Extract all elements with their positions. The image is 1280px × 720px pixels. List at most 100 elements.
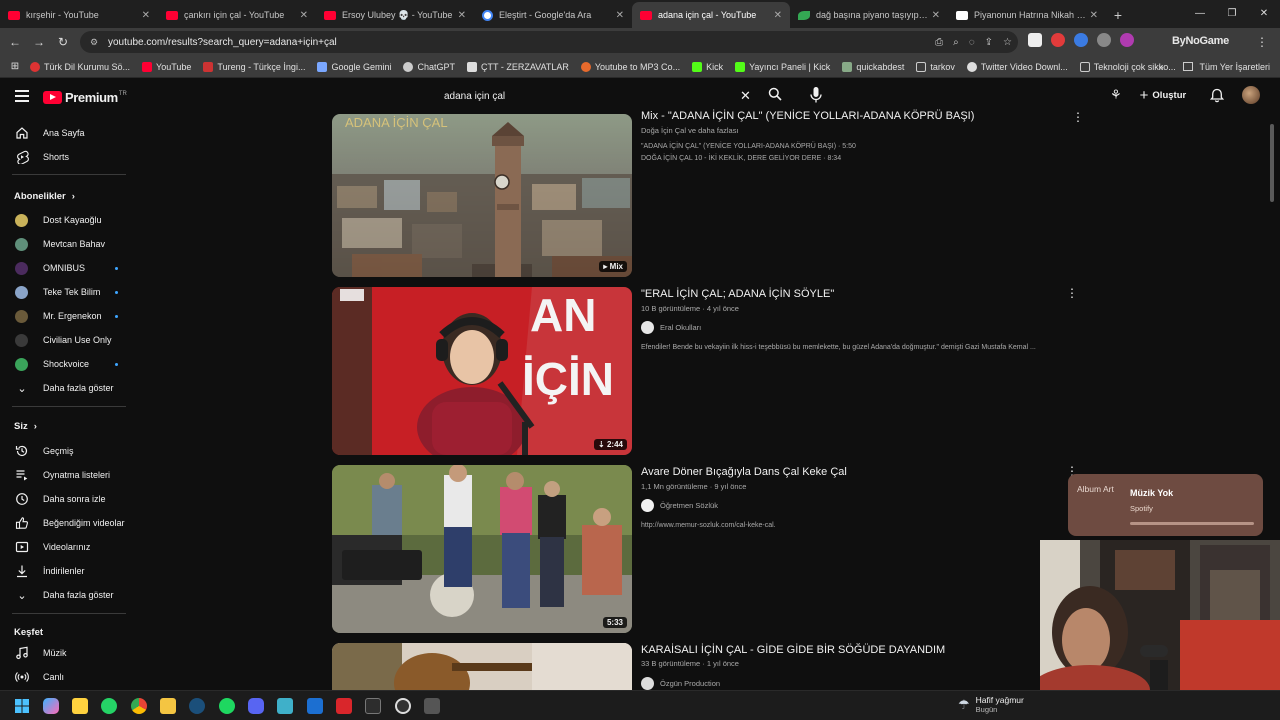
- browser-tab[interactable]: Ersoy Ulubey 💀 - YouTube ✕: [316, 2, 474, 28]
- close-tab-icon[interactable]: ✕: [774, 10, 782, 21]
- app-icon[interactable]: [424, 698, 440, 714]
- sidebar-item-live[interactable]: Canlı: [0, 666, 138, 688]
- sidebar-item-history[interactable]: Geçmiş: [0, 440, 138, 462]
- more-options-icon[interactable]: ⋮: [1072, 111, 1084, 123]
- bookmark[interactable]: Yayıncı Paneli | Kick: [735, 61, 830, 72]
- close-tab-icon[interactable]: ✕: [142, 10, 150, 21]
- video-title[interactable]: KARAİSALI İÇİN ÇAL - GİDE GİDE BİR SÖĞÜD…: [641, 644, 945, 656]
- sidebar-item-playlists[interactable]: Oynatma listeleri: [0, 464, 138, 486]
- close-window-icon[interactable]: ✕: [1248, 0, 1280, 28]
- notepad-icon[interactable]: [277, 698, 293, 714]
- close-tab-icon[interactable]: ✕: [458, 10, 466, 21]
- sidebar-item-subscription[interactable]: Civilian Use Only: [0, 329, 138, 351]
- bookmark[interactable]: Google Gemini: [317, 61, 391, 72]
- zoom-icon[interactable]: ⌕: [953, 37, 959, 48]
- video-thumbnail[interactable]: AN İÇİN ⇣ 2:44: [332, 287, 632, 455]
- bookmark[interactable]: ÇTT - ZERZAVATLAR: [467, 61, 569, 72]
- sidebar-item-subscription[interactable]: Teke Tek Bilim: [0, 281, 138, 303]
- site-info-icon[interactable]: ⚙: [90, 37, 102, 48]
- hamburger-menu-icon[interactable]: [15, 90, 29, 102]
- channel-link[interactable]: Özgün Production: [641, 677, 720, 690]
- close-tab-icon[interactable]: ✕: [1090, 10, 1098, 21]
- you-header[interactable]: Siz ›: [14, 421, 37, 432]
- bookmark[interactable]: Kick: [692, 61, 723, 72]
- video-thumbnail[interactable]: 5:33: [332, 465, 632, 633]
- bookmark[interactable]: Türk Dil Kurumu Sö...: [30, 61, 130, 72]
- mix-track[interactable]: DOĞA İÇİN ÇAL 10 - İKİ KEKLİK, DERE GELİ…: [641, 155, 841, 162]
- extension-icon[interactable]: [1051, 33, 1065, 47]
- notifications-bell-icon[interactable]: [1210, 88, 1225, 103]
- close-tab-icon[interactable]: ✕: [616, 10, 624, 21]
- windows-start-icon[interactable]: [14, 698, 30, 714]
- apps-icon[interactable]: ⊞: [0, 61, 30, 72]
- video-title[interactable]: Avare Döner Bıçağıyla Dans Çal Keke Çal: [641, 466, 847, 478]
- sidebar-item-your-videos[interactable]: Videolarınız: [0, 536, 138, 558]
- sidebar-item-subscription[interactable]: Shockvoice: [0, 353, 138, 375]
- file-explorer-icon[interactable]: [160, 698, 176, 714]
- restore-icon[interactable]: ❐: [1216, 0, 1248, 28]
- extension-label[interactable]: ByNoGame: [1172, 35, 1229, 47]
- install-icon[interactable]: ⎙: [935, 37, 943, 48]
- channel-link[interactable]: Öğretmen Sözlük: [641, 499, 718, 512]
- create-button[interactable]: + Oluştur: [1140, 87, 1187, 104]
- copilot-icon[interactable]: [43, 698, 59, 714]
- show-more-subscriptions[interactable]: ⌄ Daha fazla göster: [0, 377, 138, 399]
- sidebar-item-subscription[interactable]: Mr. Ergenekon: [0, 305, 138, 327]
- cast-icon[interactable]: ⚘: [1110, 87, 1122, 103]
- sidebar-item-subscription[interactable]: OMNIBUS: [0, 257, 138, 279]
- close-tab-icon[interactable]: ✕: [932, 10, 940, 21]
- browser-tab[interactable]: kırşehir - YouTube ✕: [0, 2, 158, 28]
- channel-link[interactable]: Eral Okulları: [641, 321, 701, 334]
- more-options-icon[interactable]: ⋮: [1066, 287, 1078, 299]
- browser-tab[interactable]: Piyanonun Hatrına Nikah Masa ✕: [948, 2, 1106, 28]
- page-scrollbar[interactable]: [1270, 124, 1274, 202]
- clear-search-icon[interactable]: ✕: [740, 88, 751, 104]
- obs-icon[interactable]: [395, 698, 411, 714]
- menu-icon[interactable]: ⋮: [1250, 35, 1274, 49]
- browser-tab-active[interactable]: adana için çal - YouTube ✕: [632, 2, 790, 28]
- discord-icon[interactable]: [248, 698, 264, 714]
- youtube-premium-logo[interactable]: Premium TR: [43, 90, 127, 105]
- extension-icon[interactable]: [1074, 33, 1088, 47]
- sidebar-item-home[interactable]: Ana Sayfa: [0, 122, 138, 144]
- bookmark[interactable]: Tureng - Türkçe İngi...: [203, 61, 305, 72]
- new-tab-button[interactable]: +: [1106, 2, 1130, 28]
- browser-tab[interactable]: çankırı için çal - YouTube ✕: [158, 2, 316, 28]
- extension-icon[interactable]: [1028, 33, 1042, 47]
- sidebar-item-subscription[interactable]: Dost Kayaoğlu: [0, 209, 138, 231]
- sidebar-item-shorts[interactable]: Shorts: [0, 146, 138, 168]
- bookmark[interactable]: YouTube: [142, 61, 191, 72]
- show-more-you[interactable]: ⌄ Daha fazla göster: [0, 584, 138, 606]
- bookmark-folder[interactable]: tarkov: [916, 61, 955, 72]
- search-input[interactable]: adana için çal: [434, 84, 764, 108]
- reload-icon[interactable]: ↻: [51, 35, 75, 49]
- microphone-icon[interactable]: [808, 86, 824, 104]
- video-title[interactable]: Mix - "ADANA İÇİN ÇAL" (YENİCE YOLLARI-A…: [641, 110, 974, 122]
- bookmark[interactable]: Twitter Video Downl...: [966, 61, 1068, 72]
- user-avatar[interactable]: [1242, 86, 1261, 104]
- more-bookmarks-button[interactable]: »: [1158, 62, 1163, 72]
- close-tab-icon[interactable]: ✕: [300, 10, 308, 21]
- acrobat-icon[interactable]: [336, 698, 352, 714]
- sidebar-item-subscription[interactable]: Mevtcan Bahav: [0, 233, 138, 255]
- browser-tab[interactable]: Eleştirt - Google'da Ara ✕: [474, 2, 632, 28]
- bookmark[interactable]: Youtube to MP3 Co...: [580, 61, 680, 72]
- extension-icon[interactable]: [1120, 33, 1134, 47]
- minimize-icon[interactable]: —: [1184, 0, 1216, 28]
- outlook-icon[interactable]: [307, 698, 323, 714]
- sidebar-item-downloads[interactable]: İndirilenler: [0, 560, 138, 582]
- all-bookmarks-link[interactable]: Tüm Yer İşaretleri: [1199, 62, 1270, 72]
- bookmark[interactable]: quickabdest: [842, 61, 904, 72]
- search-icon[interactable]: [768, 87, 782, 101]
- video-thumbnail[interactable]: ADANA İÇİN ÇAL ▸ Mix: [332, 114, 632, 277]
- eye-off-icon[interactable]: ◌: [969, 37, 975, 48]
- share-icon[interactable]: ⇪: [985, 37, 993, 48]
- whatsapp-icon[interactable]: [101, 698, 117, 714]
- back-icon[interactable]: ←: [3, 35, 27, 49]
- video-title[interactable]: "ERAL İÇİN ÇAL; ADANA İÇİN SÖYLE": [641, 288, 834, 300]
- chrome-icon[interactable]: [131, 698, 147, 714]
- sticky-notes-icon[interactable]: [72, 698, 88, 714]
- sidebar-item-watch-later[interactable]: Daha sonra izle: [0, 488, 138, 510]
- bookmark-star-icon[interactable]: ☆: [1003, 37, 1012, 48]
- steam-icon[interactable]: [189, 698, 205, 714]
